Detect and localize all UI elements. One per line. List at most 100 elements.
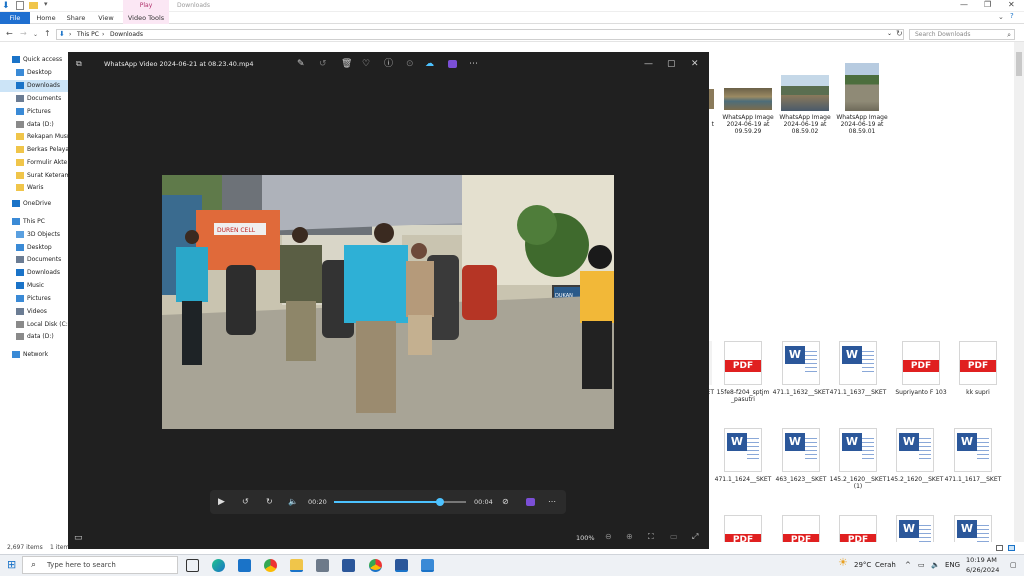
nav-item[interactable]: Documents [0,93,68,105]
weather-temp[interactable]: 29°C [854,554,871,576]
photos-icon[interactable] [421,559,434,572]
nav-item[interactable]: 3D Objects [0,229,68,241]
input-language[interactable]: ENG [945,554,960,576]
aspect-icon[interactable]: ▭ [670,532,678,541]
skip-forward-30-icon[interactable]: ↻ [266,490,273,514]
edge-icon[interactable] [212,559,225,572]
seek-bar-thumb[interactable] [436,498,444,506]
weather-desc[interactable]: Cerah [875,554,896,576]
search-input[interactable]: Search Downloads ⌕ [909,29,1015,40]
back-icon[interactable]: ← [6,29,13,38]
nav-item[interactable]: This PC [0,216,68,228]
tab-file[interactable]: File [0,12,30,24]
word-file-icon[interactable]: W [896,428,934,472]
word-icon[interactable] [395,559,408,572]
word-file-icon[interactable]: W [782,428,820,472]
network-icon[interactable]: ▭ [918,554,925,576]
nav-item[interactable]: Rekapan Musr [0,131,68,143]
nav-item[interactable]: Downloads [0,80,68,92]
clipchamp-icon[interactable] [526,498,535,506]
scrollbar-thumb[interactable] [1016,52,1022,76]
fullscreen-icon[interactable]: ⤢ [692,532,698,542]
vertical-scrollbar[interactable] [1014,42,1024,542]
help-icon[interactable]: ? [1010,12,1014,20]
store-icon[interactable] [342,559,355,572]
properties-icon[interactable] [16,1,24,10]
nav-item[interactable]: Music [0,280,68,292]
volume-icon[interactable]: 🔈 [931,554,940,576]
nav-item[interactable]: Pictures [0,106,68,118]
delete-icon[interactable]: 🗑 [341,52,352,76]
task-view-icon[interactable] [186,559,199,572]
rotate-icon[interactable]: ↺ [319,52,327,76]
qat-dropdown-icon[interactable]: ▾ [44,0,48,8]
edit-icon[interactable]: ✎ [297,52,305,76]
weather-icon[interactable]: ☀ [838,556,848,569]
nav-item[interactable]: Desktop [0,67,68,79]
nav-item[interactable]: Documents [0,254,68,266]
ribbon-expand-icon[interactable]: ⌄ [998,13,1004,21]
nav-item[interactable]: Surat Keteram [0,170,68,182]
info-icon[interactable]: ⓘ [384,52,393,76]
pdf-file-icon[interactable]: PDF [902,341,940,385]
volume-icon[interactable]: 🔈 [288,490,298,514]
close-button[interactable]: ✕ [1008,0,1015,9]
image-thumbnail[interactable] [845,63,879,111]
tab-video-tools[interactable]: Video Tools [123,12,169,24]
nav-item[interactable]: Waris [0,182,68,194]
maximize-button[interactable]: ❐ [984,0,991,9]
nav-item[interactable]: Local Disk (C:) [0,319,68,331]
refresh-icon[interactable]: ↻ [896,29,903,38]
nav-item[interactable]: Pictures [0,293,68,305]
clock-date[interactable]: 6/26/2024 [966,566,999,574]
nav-item[interactable]: Formulir Akte [0,157,68,169]
skip-back-10-icon[interactable]: ↺ [242,490,249,514]
clipchamp-icon[interactable] [448,60,457,68]
image-thumbnail[interactable] [781,75,829,111]
nav-item[interactable]: Network [0,349,68,361]
nav-item[interactable]: data (D:) [0,331,68,343]
show-hidden-icons-icon[interactable]: ^ [905,554,911,576]
nav-item[interactable]: Downloads [0,267,68,279]
video-frame[interactable]: DUREN CELL DUKAN [162,175,614,429]
clock-time[interactable]: 10:19 AM [966,556,997,564]
nav-item[interactable]: data (D:) [0,119,68,131]
favorite-icon[interactable]: ♡ [362,52,370,76]
nav-item[interactable]: Quick access [0,54,68,66]
start-button[interactable]: ⊞ [7,558,16,571]
nav-item[interactable]: Desktop [0,242,68,254]
address-box[interactable]: ⬇ › This PC › Downloads ⌄ ↻ [56,29,904,40]
word-file-icon[interactable]: W [954,428,992,472]
folder-icon[interactable] [29,2,38,9]
more-options-icon[interactable]: ⋯ [469,52,478,76]
player-close-button[interactable]: ✕ [691,52,699,76]
camera-icon[interactable] [316,559,329,572]
recent-dropdown-icon[interactable]: ⌄ [33,31,38,38]
tab-share[interactable]: Share [62,12,90,24]
nav-item[interactable]: Berkas Pelayan [0,144,68,156]
zoom-in-icon[interactable]: ⊕ [626,532,633,541]
word-file-icon[interactable]: W [839,428,877,472]
cast-icon[interactable]: ⊘ [502,490,509,514]
chrome-icon[interactable] [264,559,277,572]
more-options-icon[interactable]: ⋯ [548,490,556,514]
fit-to-window-icon[interactable]: ⛶ [648,532,654,542]
play-button[interactable]: ▶ [218,490,225,514]
player-maximize-button[interactable]: ▢ [667,52,676,76]
pdf-file-icon[interactable]: PDF [724,341,762,385]
mini-player-icon[interactable]: ⧉ [76,52,82,76]
zoom-out-icon[interactable]: ⊖ [605,532,612,541]
taskbar-search-input[interactable]: ⌕ Type here to search [22,556,178,574]
filmstrip-icon[interactable]: ▭ [74,533,83,543]
share-icon[interactable]: ⊙ [406,52,414,76]
breadcrumb-this-pc[interactable]: This PC [77,31,99,38]
player-minimize-button[interactable]: — [644,52,653,76]
mail-icon[interactable] [238,559,251,572]
forward-icon[interactable]: → [20,29,27,38]
nav-item[interactable]: OneDrive [0,198,68,210]
minimize-button[interactable]: — [960,0,968,9]
up-icon[interactable]: ↑ [44,29,51,38]
breadcrumb-downloads[interactable]: Downloads [110,31,143,38]
details-view-icon[interactable] [996,545,1003,551]
word-file-icon[interactable]: W [839,341,877,385]
